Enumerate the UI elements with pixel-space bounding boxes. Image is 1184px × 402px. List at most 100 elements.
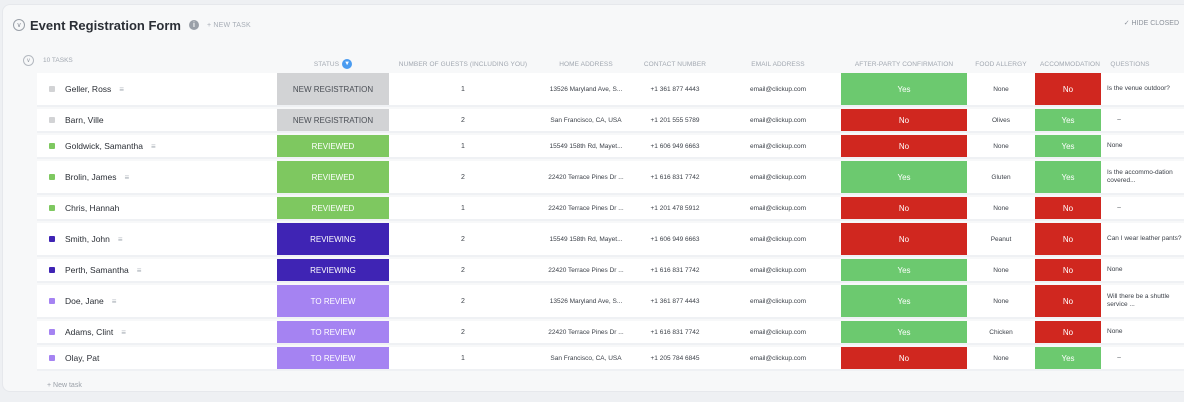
after-party-cell[interactable]: No <box>841 197 967 219</box>
task-name-cell[interactable]: Chris, Hannah <box>37 197 277 219</box>
contact-number-cell[interactable]: +1 616 831 7742 <box>635 259 715 281</box>
food-allergy-cell[interactable]: None <box>967 73 1035 105</box>
question-cell[interactable]: None <box>1107 135 1184 157</box>
task-name[interactable]: Doe, Jane <box>65 296 104 306</box>
new-task-footer-button[interactable]: + New task <box>47 382 82 389</box>
accommodation-cell[interactable]: No <box>1035 259 1101 281</box>
contact-number-cell[interactable]: +1 205 784 6845 <box>635 347 715 369</box>
col-header-party[interactable]: AFTER-PARTY CONFIRMATION <box>841 56 967 72</box>
col-header-allergy[interactable]: FOOD ALLERGY <box>967 56 1035 72</box>
home-address-cell[interactable]: San Francisco, CA, USA <box>537 347 635 369</box>
table-row[interactable]: Barn, Ville NEW REGISTRATION 2 San Francisc… <box>37 109 1184 133</box>
question-cell[interactable]: Is the venue outdoor? <box>1107 73 1184 105</box>
accommodation-cell[interactable]: Yes <box>1035 347 1101 369</box>
col-header-email[interactable]: EMAIL ADDRESS <box>715 56 841 72</box>
guests-cell[interactable]: 2 <box>389 161 537 193</box>
task-name[interactable]: Perth, Samantha <box>65 265 129 275</box>
table-row[interactable]: Geller, Ross ≡ NEW REGISTRATION 1 13526 Mary… <box>37 73 1184 107</box>
food-allergy-cell[interactable]: None <box>967 135 1035 157</box>
select-all-icon[interactable]: ∨ <box>23 55 34 66</box>
task-name[interactable]: Chris, Hannah <box>65 203 119 213</box>
col-header-guests[interactable]: NUMBER OF GUESTS (INCLUDING YOU) <box>389 56 537 72</box>
question-cell[interactable]: Will there be a shuttle service ... <box>1107 285 1184 317</box>
food-allergy-cell[interactable]: None <box>967 197 1035 219</box>
status-badge[interactable]: REVIEWED <box>277 197 389 219</box>
accommodation-cell[interactable]: Yes <box>1035 135 1101 157</box>
home-address-cell[interactable]: 15549 158th Rd, Mayet... <box>537 135 635 157</box>
food-allergy-cell[interactable]: Gluten <box>967 161 1035 193</box>
task-name-cell[interactable]: Goldwick, Samantha ≡ <box>37 135 277 157</box>
question-cell[interactable]: Is the accommo-dation covered... <box>1107 161 1184 193</box>
email-cell[interactable]: email@clickup.com <box>715 259 841 281</box>
status-badge[interactable]: REVIEWED <box>277 161 389 193</box>
after-party-cell[interactable]: Yes <box>841 259 967 281</box>
contact-number-cell[interactable]: +1 606 949 6663 <box>635 135 715 157</box>
guests-cell[interactable]: 1 <box>389 197 537 219</box>
col-header-accommodation[interactable]: ACCOMMODATION <box>1035 56 1105 72</box>
after-party-cell[interactable]: No <box>841 109 967 131</box>
task-name[interactable]: Smith, John <box>65 234 110 244</box>
task-name-cell[interactable]: Adams, Clint ≡ <box>37 321 277 343</box>
task-name[interactable]: Goldwick, Samantha <box>65 141 143 151</box>
email-cell[interactable]: email@clickup.com <box>715 347 841 369</box>
task-name-cell[interactable]: Brolin, James ≡ <box>37 161 277 193</box>
task-name-cell[interactable]: Geller, Ross ≡ <box>37 73 277 105</box>
question-cell[interactable]: – <box>1101 109 1141 131</box>
after-party-cell[interactable]: No <box>841 223 967 255</box>
email-cell[interactable]: email@clickup.com <box>715 135 841 157</box>
home-address-cell[interactable]: 22420 Terrace Pines Dr ... <box>537 161 635 193</box>
after-party-cell[interactable]: Yes <box>841 285 967 317</box>
home-address-cell[interactable]: 15549 158th Rd, Mayet... <box>537 223 635 255</box>
info-icon[interactable]: i <box>188 20 199 30</box>
table-row[interactable]: Chris, Hannah REVIEWED 1 22420 Terrace Pine… <box>37 197 1184 221</box>
table-row[interactable]: Perth, Samantha ≡ REVIEWING 2 22420 Terrace … <box>37 259 1184 283</box>
status-badge[interactable]: NEW REGISTRATION <box>277 73 389 105</box>
email-cell[interactable]: email@clickup.com <box>715 321 841 343</box>
hide-closed-toggle[interactable]: ✓ HIDE CLOSED <box>1124 19 1179 27</box>
task-name[interactable]: Adams, Clint <box>65 327 113 337</box>
accommodation-cell[interactable]: No <box>1035 223 1101 255</box>
accommodation-cell[interactable]: No <box>1035 285 1101 317</box>
task-name[interactable]: Olay, Pat <box>65 353 99 363</box>
new-task-header-button[interactable]: + NEW TASK <box>207 22 251 29</box>
task-name-cell[interactable]: Perth, Samantha ≡ <box>37 259 277 281</box>
status-badge[interactable]: REVIEWING <box>277 223 389 255</box>
home-address-cell[interactable]: 22420 Terrace Pines Dr ... <box>537 321 635 343</box>
guests-cell[interactable]: 1 <box>389 73 537 105</box>
task-name-cell[interactable]: Barn, Ville <box>37 109 277 131</box>
email-cell[interactable]: email@clickup.com <box>715 223 841 255</box>
question-cell[interactable]: – <box>1101 347 1141 369</box>
after-party-cell[interactable]: No <box>841 135 967 157</box>
contact-number-cell[interactable]: +1 201 555 5789 <box>635 109 715 131</box>
guests-cell[interactable]: 2 <box>389 321 537 343</box>
table-row[interactable]: Adams, Clint ≡ TO REVIEW 2 22420 Terrace Pin… <box>37 321 1184 345</box>
status-badge[interactable]: NEW REGISTRATION <box>277 109 389 131</box>
sort-icon[interactable]: ▼ <box>342 59 353 69</box>
status-badge[interactable]: REVIEWING <box>277 259 389 281</box>
status-badge[interactable]: TO REVIEW <box>277 321 389 343</box>
food-allergy-cell[interactable]: None <box>967 259 1035 281</box>
guests-cell[interactable]: 2 <box>389 285 537 317</box>
question-cell[interactable]: None <box>1107 321 1184 343</box>
home-address-cell[interactable]: San Francisco, CA, USA <box>537 109 635 131</box>
email-cell[interactable]: email@clickup.com <box>715 285 841 317</box>
col-header-home[interactable]: HOME ADDRESS <box>537 56 635 72</box>
guests-cell[interactable]: 1 <box>389 135 537 157</box>
col-header-status[interactable]: STATUS ▼ <box>277 56 389 72</box>
accommodation-cell[interactable]: No <box>1035 321 1101 343</box>
food-allergy-cell[interactable]: Chicken <box>967 321 1035 343</box>
accommodation-cell[interactable]: No <box>1035 73 1101 105</box>
status-badge[interactable]: REVIEWED <box>277 135 389 157</box>
guests-cell[interactable]: 2 <box>389 109 537 131</box>
after-party-cell[interactable]: Yes <box>841 73 967 105</box>
task-name-cell[interactable]: Olay, Pat <box>37 347 277 369</box>
col-header-questions[interactable]: QUESTIONS <box>1105 56 1155 72</box>
table-row[interactable]: Doe, Jane ≡ TO REVIEW 2 13526 Maryland Ave, … <box>37 285 1184 319</box>
after-party-cell[interactable]: Yes <box>841 161 967 193</box>
contact-number-cell[interactable]: +1 606 949 6663 <box>635 223 715 255</box>
accommodation-cell[interactable]: Yes <box>1035 109 1101 131</box>
accommodation-cell[interactable]: No <box>1035 197 1101 219</box>
task-name-cell[interactable]: Doe, Jane ≡ <box>37 285 277 317</box>
table-row[interactable]: Olay, Pat TO REVIEW 1 San Francisco, CA, US… <box>37 347 1184 371</box>
food-allergy-cell[interactable]: None <box>967 285 1035 317</box>
